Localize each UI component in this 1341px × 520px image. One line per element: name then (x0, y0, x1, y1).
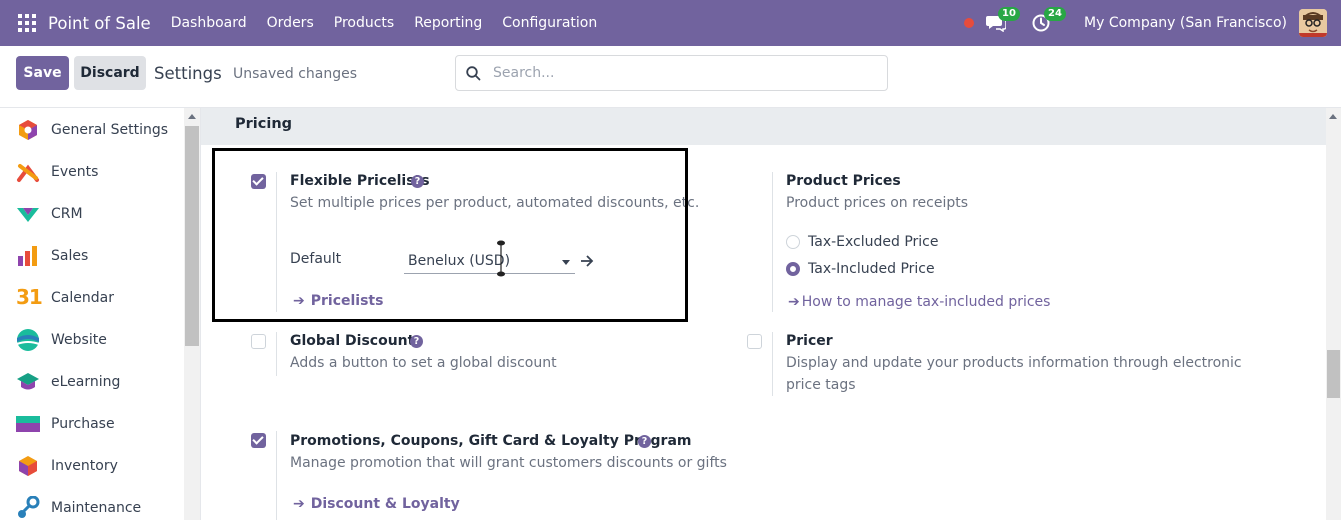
nav-products[interactable]: Products (334, 15, 394, 31)
inventory-icon (16, 454, 40, 478)
product-prices-title: Product Prices (786, 173, 901, 189)
sidebar-item-label: Purchase (51, 416, 115, 432)
elearning-icon (16, 370, 40, 394)
promotions-desc: Manage promotion that will grant custome… (290, 455, 727, 471)
messages-button[interactable]: 10 (986, 7, 1020, 33)
section-title: Pricing (235, 116, 293, 132)
user-avatar[interactable] (1299, 9, 1327, 37)
sidebar-item-label: Calendar (51, 290, 114, 306)
recording-indicator-icon[interactable] (964, 18, 975, 28)
search-input[interactable] (493, 63, 873, 83)
content-scroll-thumb[interactable] (1327, 350, 1340, 398)
calendar-day-number: 31 (16, 285, 43, 309)
sidebar-item-label: General Settings (51, 122, 169, 138)
sidebar-item-inventory[interactable]: Inventory (16, 454, 118, 478)
arrow-right-icon: ➔ (788, 294, 800, 310)
apps-grid-icon[interactable] (18, 14, 36, 32)
purchase-icon (16, 412, 40, 436)
help-icon[interactable]: ? (410, 335, 423, 348)
sales-icon (16, 244, 40, 268)
sidebar-item-sales[interactable]: Sales (16, 244, 88, 268)
global-discounts-checkbox[interactable] (251, 334, 266, 349)
discount-loyalty-link[interactable]: ➔ Discount & Loyalty (293, 496, 460, 512)
content-scrollbar[interactable] (1326, 108, 1341, 520)
tax-included-radio[interactable] (786, 262, 800, 276)
scroll-up-arrow-icon[interactable] (1329, 114, 1337, 119)
tax-excluded-radio[interactable] (786, 235, 800, 249)
sidebar-item-label: Events (51, 164, 99, 180)
save-button[interactable]: Save (16, 56, 69, 90)
sidebar-item-calendar[interactable]: 31 Calendar (16, 285, 114, 310)
nav-configuration[interactable]: Configuration (502, 15, 597, 31)
promotions-checkbox[interactable] (251, 433, 266, 448)
sidebar-item-label: Sales (51, 248, 89, 264)
sidebar-scroll-thumb[interactable] (185, 126, 199, 346)
sidebar-item-label: Maintenance (51, 500, 142, 516)
sidebar-item-general-settings[interactable]: General Settings (16, 118, 168, 142)
setting-divider (772, 332, 773, 396)
top-navbar: Point of Sale Dashboard Orders Products … (0, 0, 1341, 46)
sidebar-item-maintenance[interactable]: Maintenance (16, 495, 142, 520)
highlight-box (212, 148, 688, 322)
activities-count-badge: 24 (1044, 7, 1066, 21)
nav-orders[interactable]: Orders (267, 15, 314, 31)
settings-sidebar: General Settings Events CRM Sales 31 Cal… (0, 108, 184, 520)
pricing-section-header: Pricing (201, 108, 1326, 145)
nav-reporting[interactable]: Reporting (414, 15, 482, 31)
nav-dashboard[interactable]: Dashboard (171, 15, 247, 31)
pricer-desc-line2: price tags (786, 377, 856, 393)
website-icon (16, 328, 40, 352)
sidebar-item-purchase[interactable]: Purchase (16, 412, 115, 436)
sidebar-item-events[interactable]: Events (16, 160, 98, 184)
help-icon[interactable]: ? (638, 435, 651, 448)
messages-count-badge: 10 (998, 7, 1020, 21)
setting-divider (276, 332, 277, 376)
scroll-up-arrow-icon[interactable] (188, 114, 196, 119)
navbar-systray: 10 24 My Company (San Francisco) (964, 0, 1327, 46)
settings-search (455, 55, 888, 91)
sidebar-scrollbar[interactable] (184, 108, 200, 520)
tax-included-help-link[interactable]: ➔ How to manage tax-included prices (788, 294, 1050, 310)
sidebar-item-label: Inventory (51, 458, 118, 474)
app-brand[interactable]: Point of Sale (48, 14, 151, 33)
tax-excluded-label[interactable]: Tax-Excluded Price (808, 234, 938, 250)
general-settings-icon (16, 118, 40, 142)
discard-button[interactable]: Discard (74, 56, 146, 90)
sidebar-item-label: CRM (51, 206, 83, 222)
sidebar-item-label: eLearning (51, 374, 121, 390)
unsaved-status: Unsaved changes (233, 66, 358, 82)
calendar-icon: 31 (16, 285, 43, 310)
setting-divider (276, 431, 277, 520)
control-panel: Save Discard Settings Unsaved changes (0, 46, 1341, 108)
sidebar-item-label: Website (51, 332, 107, 348)
pricer-title: Pricer (786, 333, 833, 349)
product-prices-desc: Product prices on receipts (786, 195, 969, 211)
pricer-checkbox[interactable] (747, 334, 762, 349)
global-discounts-desc: Adds a button to set a global discount (290, 355, 557, 371)
tax-included-label[interactable]: Tax-Included Price (808, 261, 935, 277)
sidebar-item-elearning[interactable]: eLearning (16, 370, 120, 394)
promotions-title: Promotions, Coupons, Gift Card & Loyalty… (290, 433, 692, 449)
setting-divider (772, 172, 773, 312)
events-icon (16, 160, 40, 184)
arrow-right-icon: ➔ (293, 496, 305, 512)
global-discounts-title: Global Discounts (290, 333, 423, 349)
sidebar-item-website[interactable]: Website (16, 328, 107, 352)
company-switcher[interactable]: My Company (San Francisco) (1084, 15, 1287, 31)
crm-icon (16, 202, 40, 226)
page-title: Settings (154, 64, 222, 83)
activities-button[interactable]: 24 (1032, 7, 1066, 33)
maintenance-icon (16, 495, 40, 520)
search-icon (466, 66, 481, 81)
sidebar-item-crm[interactable]: CRM (16, 202, 83, 226)
pricer-desc-line1: Display and update your products informa… (786, 355, 1242, 371)
